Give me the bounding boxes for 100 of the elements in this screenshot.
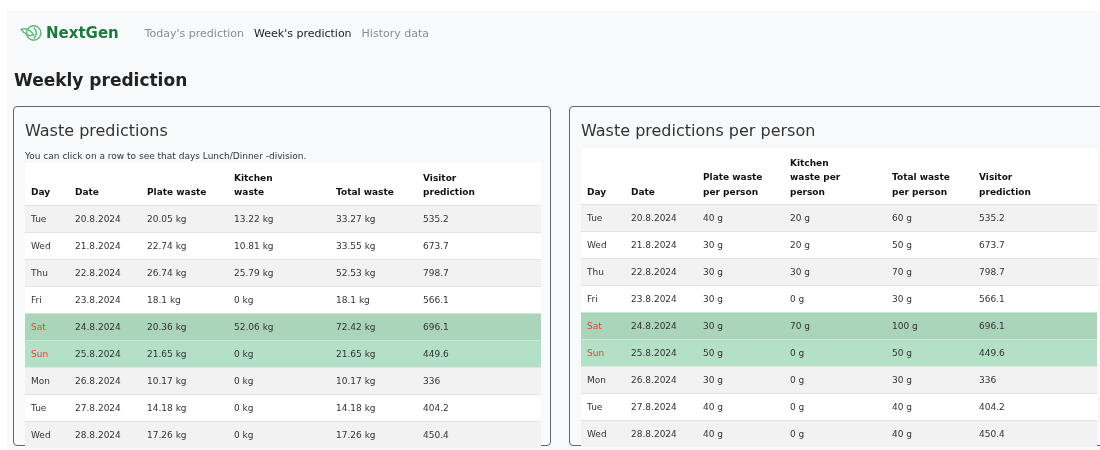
table-cell[interactable]: 27.8.2024 [69, 394, 141, 422]
table-cell[interactable]: Fri [581, 285, 625, 313]
table-cell[interactable]: 535.2 [973, 204, 1097, 232]
table-cell[interactable]: 404.2 [973, 393, 1097, 421]
table-cell[interactable]: 798.7 [417, 259, 541, 287]
table-cell[interactable]: 14.18 kg [330, 394, 417, 422]
table-cell[interactable]: 22.8.2024 [69, 259, 141, 287]
table-cell[interactable]: 50 g [886, 339, 973, 367]
table-cell[interactable]: 21.8.2024 [625, 231, 697, 259]
table-cell[interactable]: 26.74 kg [141, 259, 228, 287]
table-cell[interactable]: Tue [25, 205, 69, 233]
table-cell[interactable]: Wed [581, 231, 625, 259]
table-cell[interactable]: 21.65 kg [330, 340, 417, 368]
table-cell[interactable]: Mon [581, 366, 625, 394]
table-cell[interactable]: 336 [973, 366, 1097, 394]
table-cell[interactable]: 13.22 kg [228, 205, 330, 233]
table-cell[interactable]: 404.2 [417, 394, 541, 422]
table-cell[interactable]: Thu [581, 258, 625, 286]
table-cell[interactable]: 22.8.2024 [625, 258, 697, 286]
table-cell[interactable]: 30 g [886, 366, 973, 394]
table-cell[interactable]: 20.8.2024 [625, 204, 697, 232]
brand-name[interactable]: NextGen [46, 24, 119, 42]
table-cell[interactable]: 26.8.2024 [69, 367, 141, 395]
table-cell[interactable]: 696.1 [973, 312, 1097, 340]
table-cell[interactable]: 40 g [697, 204, 784, 232]
table-cell[interactable]: 0 g [784, 339, 886, 367]
table-cell[interactable]: 25.79 kg [228, 259, 330, 287]
table-cell[interactable]: 10.81 kg [228, 232, 330, 260]
table-cell[interactable]: 566.1 [417, 286, 541, 314]
table-cell[interactable]: 673.7 [973, 231, 1097, 259]
table-cell[interactable]: 17.26 kg [141, 421, 228, 448]
table-cell[interactable]: 449.6 [973, 339, 1097, 367]
table-cell[interactable]: 450.4 [417, 421, 541, 448]
table-cell[interactable]: 535.2 [417, 205, 541, 233]
table-cell[interactable]: 0 kg [228, 394, 330, 422]
table-cell[interactable]: Fri [25, 286, 69, 314]
table-cell[interactable]: 20 g [784, 204, 886, 232]
table-cell[interactable]: 24.8.2024 [69, 313, 141, 341]
table-cell[interactable]: 50 g [886, 231, 973, 259]
table-cell[interactable]: 52.06 kg [228, 313, 330, 341]
table-cell[interactable]: 450.4 [973, 420, 1097, 448]
table-cell[interactable]: Wed [25, 421, 69, 448]
table-cell[interactable]: 30 g [784, 258, 886, 286]
table-cell[interactable]: 30 g [697, 366, 784, 394]
table-cell[interactable]: 0 kg [228, 340, 330, 368]
table-cell[interactable]: 696.1 [417, 313, 541, 341]
table-cell[interactable]: 21.65 kg [141, 340, 228, 368]
table-cell[interactable]: 24.8.2024 [625, 312, 697, 340]
table-cell[interactable]: 336 [417, 367, 541, 395]
table-cell[interactable]: 21.8.2024 [69, 232, 141, 260]
table-cell[interactable]: 28.8.2024 [625, 420, 697, 448]
table-cell[interactable]: 40 g [697, 420, 784, 448]
table-cell[interactable]: 50 g [697, 339, 784, 367]
table-cell[interactable]: 14.18 kg [141, 394, 228, 422]
table-cell[interactable]: 30 g [886, 285, 973, 313]
table-cell[interactable]: 30 g [697, 258, 784, 286]
table-cell[interactable]: 33.55 kg [330, 232, 417, 260]
table-cell[interactable]: 0 kg [228, 367, 330, 395]
table-cell[interactable]: 100 g [886, 312, 973, 340]
table-cell[interactable]: 22.74 kg [141, 232, 228, 260]
table-cell[interactable]: 23.8.2024 [69, 286, 141, 314]
table-cell[interactable]: 30 g [697, 312, 784, 340]
table-cell[interactable]: Tue [25, 394, 69, 422]
table-cell[interactable]: Mon [25, 367, 69, 395]
table-cell[interactable]: 40 g [886, 393, 973, 421]
table-cell[interactable]: 17.26 kg [330, 421, 417, 448]
table-cell[interactable]: 673.7 [417, 232, 541, 260]
table-cell[interactable]: 72.42 kg [330, 313, 417, 341]
table-cell[interactable]: 18.1 kg [141, 286, 228, 314]
table-cell[interactable]: 0 kg [228, 421, 330, 448]
table-cell[interactable]: Thu [25, 259, 69, 287]
table-cell[interactable]: 33.27 kg [330, 205, 417, 233]
table-cell[interactable]: 26.8.2024 [625, 366, 697, 394]
table-cell[interactable]: 18.1 kg [330, 286, 417, 314]
table-cell[interactable]: 25.8.2024 [625, 339, 697, 367]
table-cell[interactable]: 28.8.2024 [69, 421, 141, 448]
table-cell[interactable]: 10.17 kg [141, 367, 228, 395]
table-cell[interactable]: 23.8.2024 [625, 285, 697, 313]
table-cell[interactable]: 0 g [784, 393, 886, 421]
table-cell[interactable]: Tue [581, 204, 625, 232]
table-cell[interactable]: 25.8.2024 [69, 340, 141, 368]
table-cell[interactable]: 60 g [886, 204, 973, 232]
table-cell[interactable]: Wed [25, 232, 69, 260]
table-cell[interactable]: 20.05 kg [141, 205, 228, 233]
table-cell[interactable]: 30 g [697, 285, 784, 313]
table-cell[interactable]: 798.7 [973, 258, 1097, 286]
table-cell[interactable]: Tue [581, 393, 625, 421]
table-cell[interactable]: 27.8.2024 [625, 393, 697, 421]
table-cell[interactable]: 40 g [886, 420, 973, 448]
table-cell[interactable]: 20.8.2024 [69, 205, 141, 233]
table-cell[interactable]: 0 g [784, 366, 886, 394]
table-cell[interactable]: 30 g [697, 231, 784, 259]
table-cell[interactable]: 0 kg [228, 286, 330, 314]
table-cell[interactable]: 20.36 kg [141, 313, 228, 341]
table-cell[interactable]: Wed [581, 420, 625, 448]
table-cell[interactable]: 449.6 [417, 340, 541, 368]
table-cell[interactable]: 0 g [784, 420, 886, 448]
table-cell[interactable]: 70 g [784, 312, 886, 340]
table-cell[interactable]: 70 g [886, 258, 973, 286]
table-cell[interactable]: 20 g [784, 231, 886, 259]
